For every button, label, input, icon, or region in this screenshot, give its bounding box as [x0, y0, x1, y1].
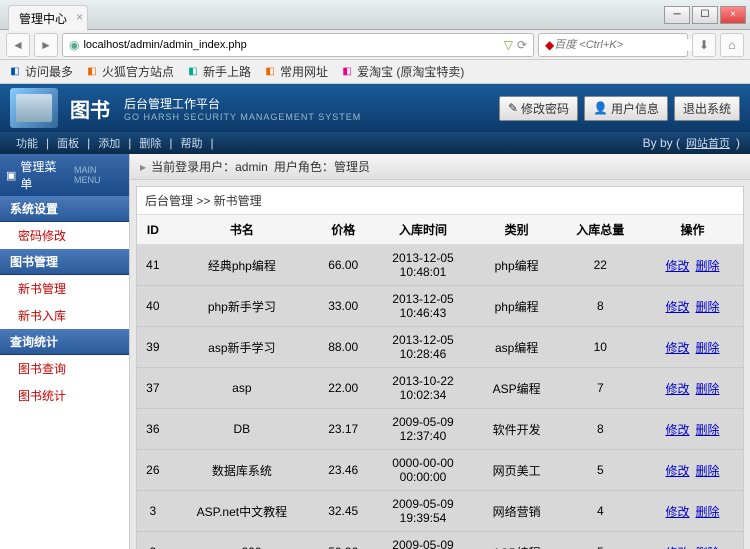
user-info-button[interactable]: 👤用户信息 [584, 96, 668, 121]
col-header: 入库总量 [559, 215, 642, 245]
delete-link[interactable]: 删除 [695, 505, 719, 519]
sidebar-item[interactable]: 密码修改 [0, 222, 129, 249]
user-icon: 👤 [593, 101, 608, 115]
change-password-button[interactable]: ✎修改密码 [499, 96, 578, 121]
delete-link[interactable]: 删除 [695, 300, 719, 314]
download-button[interactable]: ⬇ [692, 33, 716, 57]
delete-link[interactable]: 删除 [695, 464, 719, 478]
minimize-button[interactable]: ─ [664, 6, 690, 24]
bookmark-icon: ◧ [8, 65, 22, 79]
col-header: 书名 [169, 215, 315, 245]
table-row: 39asp新手学习88.002013-12-0510:28:46asp编程10修… [137, 327, 743, 368]
subtitle: 后台管理工作平台 GO HARSH SECURITY MANAGEMENT SY… [124, 95, 361, 122]
browser-tab[interactable]: 管理中心 × [8, 5, 88, 31]
edit-link[interactable]: 修改 [665, 382, 689, 396]
search-box[interactable]: ◆ [538, 33, 688, 57]
search-input[interactable] [554, 39, 697, 51]
bookmark-item[interactable]: ◧火狐官方站点 [85, 63, 174, 80]
menu-item[interactable]: 功能 [10, 135, 44, 151]
maximize-button[interactable]: ☐ [692, 6, 718, 24]
edit-link[interactable]: 修改 [665, 341, 689, 355]
exit-button[interactable]: 退出系统 [674, 96, 740, 121]
globe-icon: ◉ [69, 38, 79, 52]
edit-link[interactable]: 修改 [665, 300, 689, 314]
sidebar-group[interactable]: 查询统计 [0, 329, 129, 355]
edit-link[interactable]: 修改 [665, 259, 689, 273]
sidebar-title: ▣ 管理菜单MAIN MENU [0, 154, 129, 196]
byline: By by (网站首页) [643, 135, 740, 151]
bookmark-icon: ◧ [186, 65, 200, 79]
table-row: 40php新手学习33.002013-12-0510:46:43php编程8修改… [137, 286, 743, 327]
bookmark-item[interactable]: ◧访问最多 [8, 63, 73, 80]
edit-link[interactable]: 修改 [665, 546, 689, 549]
key-icon: ✎ [508, 101, 518, 115]
arrow-icon: ▸ [140, 160, 146, 174]
homepage-link[interactable]: 网站首页 [680, 138, 736, 150]
table-row: 26数据库系统23.460000-00-0000:00:00网页美工5修改删除 [137, 450, 743, 491]
delete-link[interactable]: 删除 [695, 382, 719, 396]
url-box[interactable]: ◉ ▽ ⟳ [62, 33, 534, 57]
col-header: ID [137, 215, 169, 245]
menu-item[interactable]: 帮助 [175, 135, 209, 151]
back-button[interactable]: ◄ [6, 33, 30, 57]
sidebar-item[interactable]: 图书查询 [0, 355, 129, 382]
delete-link[interactable]: 删除 [695, 341, 719, 355]
table-row: 3ASP.net中文教程32.452009-05-0919:39:54网络营销4… [137, 491, 743, 532]
refresh-icon[interactable]: ⟳ [517, 38, 527, 52]
shield-icon: ▽ [504, 38, 513, 52]
home-button[interactable]: ⌂ [720, 33, 744, 57]
sidebar-item[interactable]: 图书统计 [0, 382, 129, 409]
bookmark-item[interactable]: ◧常用网址 [263, 63, 328, 80]
col-header: 操作 [642, 215, 743, 245]
delete-link[interactable]: 删除 [695, 423, 719, 437]
close-tab-icon[interactable]: × [76, 10, 83, 24]
app-logo [10, 88, 58, 128]
menu-item[interactable]: 添加 [92, 135, 126, 151]
table-row: 37asp22.002013-10-2210:02:34ASP编程7修改删除 [137, 368, 743, 409]
delete-link[interactable]: 删除 [695, 546, 719, 549]
close-window-button[interactable]: × [720, 6, 746, 24]
table-row: 2asp20050.362009-05-0919:39:40ASP编程5修改删除 [137, 532, 743, 549]
panel-title: 后台管理 >> 新书管理 [137, 187, 743, 215]
delete-link[interactable]: 删除 [695, 259, 719, 273]
menu-item[interactable]: 删除 [133, 135, 167, 151]
edit-link[interactable]: 修改 [665, 464, 689, 478]
sidebar-item[interactable]: 新书管理 [0, 275, 129, 302]
table-row: 36DB23.172009-05-0912:37:40软件开发8修改删除 [137, 409, 743, 450]
bookmark-icon: ◧ [85, 65, 99, 79]
table-row: 41经典php编程66.002013-12-0510:48:01php编程22修… [137, 245, 743, 286]
data-table: ID书名价格入库时间类别入库总量操作 41经典php编程66.002013-12… [137, 215, 743, 549]
sidebar-group[interactable]: 系统设置 [0, 196, 129, 222]
col-header: 价格 [315, 215, 371, 245]
breadcrumb: ▸ 当前登录用户：admin 用户角色：管理员 [130, 154, 750, 180]
col-header: 类别 [475, 215, 559, 245]
search-engine-icon: ◆ [545, 38, 554, 52]
bookmark-item[interactable]: ◧爱淘宝 (原淘宝特卖) [340, 63, 464, 80]
col-header: 入库时间 [371, 215, 474, 245]
menu-item[interactable]: 面板 [51, 135, 85, 151]
edit-link[interactable]: 修改 [665, 423, 689, 437]
bookmark-icon: ◧ [263, 65, 277, 79]
bookmark-icon: ◧ [340, 65, 354, 79]
forward-button[interactable]: ► [34, 33, 58, 57]
tab-title: 管理中心 [19, 12, 67, 26]
sidebar-group[interactable]: 图书管理 [0, 249, 129, 275]
edit-link[interactable]: 修改 [665, 505, 689, 519]
url-input[interactable] [83, 39, 499, 51]
bookmark-item[interactable]: ◧新手上路 [186, 63, 251, 80]
brand-title: 图书 [70, 94, 110, 123]
sidebar-item[interactable]: 新书入库 [0, 302, 129, 329]
